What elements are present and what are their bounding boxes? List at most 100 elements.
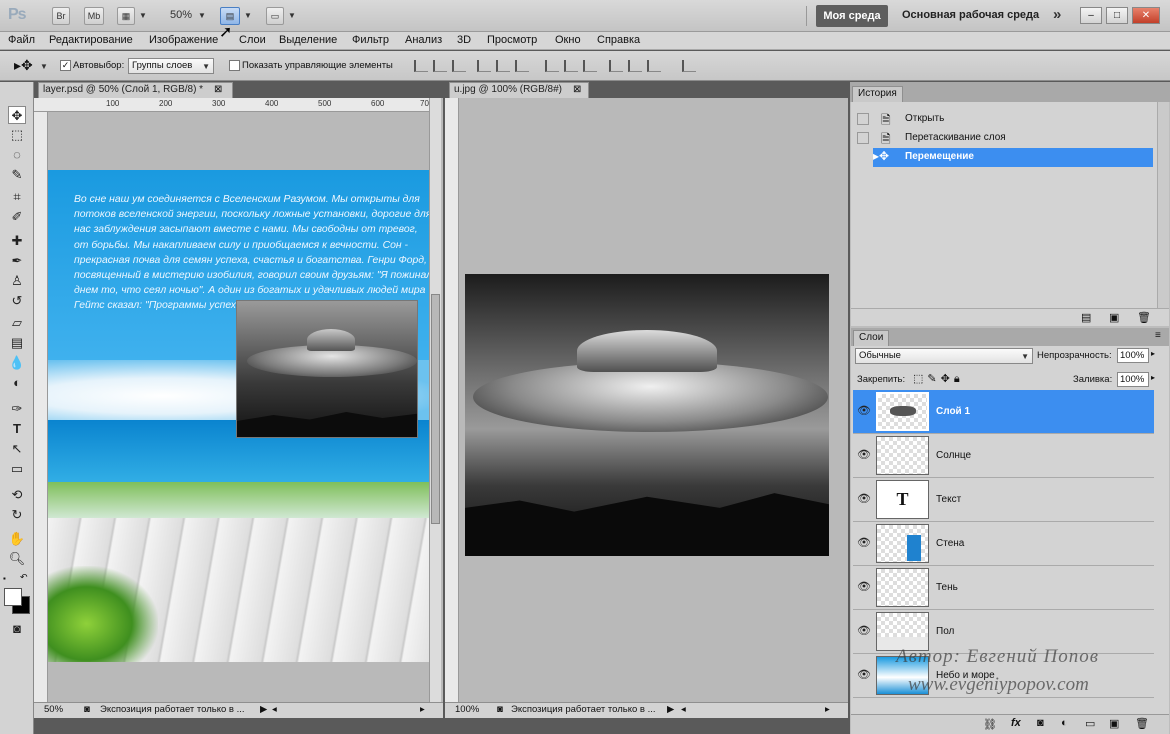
snapshot-icon[interactable]: ▤	[1081, 311, 1091, 324]
doc1-tab[interactable]: layer.psd @ 50% (Слой 1, RGB/8) *	[38, 82, 233, 98]
maximize-button[interactable]: □	[1106, 7, 1128, 24]
distribute-left-icon[interactable]	[609, 60, 623, 72]
lock-icons[interactable]: ⬚✎✥🔒︎	[913, 372, 964, 386]
ufo-image[interactable]	[465, 274, 829, 556]
adjustment-layer-icon[interactable]: ◐	[1061, 717, 1068, 729]
gradient-tool-icon[interactable]: ▤	[8, 334, 26, 352]
visibility-eye-icon[interactable]: 👁︎	[857, 448, 871, 461]
visibility-eye-icon[interactable]: 👁︎	[857, 404, 871, 417]
doc1-status-zoom[interactable]: 50%	[44, 703, 63, 717]
layer-row-selected[interactable]: 👁︎ Слой 1	[853, 390, 1154, 434]
status-menu-icon[interactable]: ▶	[260, 703, 267, 717]
chevron-down-icon[interactable]: ▼	[198, 11, 206, 20]
layer-row[interactable]: 👁︎ Солнце	[853, 434, 1154, 478]
history-scrollbar[interactable]	[1157, 102, 1169, 308]
eraser-tool-icon[interactable]: ▱	[8, 314, 26, 332]
eyedropper-tool-icon[interactable]: ✐	[8, 208, 26, 226]
chevron-down-icon[interactable]: ▼	[288, 11, 296, 20]
opacity-input[interactable]: 100%	[1117, 348, 1149, 363]
menu-file[interactable]: Файл	[8, 34, 35, 46]
align-vcenter-icon[interactable]	[433, 60, 447, 72]
history-row[interactable]: 🗎 Открыть	[851, 110, 1169, 128]
chevron-down-icon[interactable]: ▼	[139, 11, 147, 20]
new-group-icon[interactable]: ▭	[1085, 717, 1095, 730]
doc2-status-icon[interactable]: ◙	[497, 703, 503, 717]
path-select-tool-icon[interactable]: ↖	[8, 440, 26, 458]
blend-mode-dropdown[interactable]: Обычные ▼	[855, 348, 1033, 364]
shape-tool-icon[interactable]: ▭	[8, 460, 26, 478]
blur-tool-icon[interactable]: 💧	[8, 354, 26, 372]
menu-view[interactable]: Просмотр	[487, 34, 537, 46]
lasso-tool-icon[interactable]: ◌	[8, 146, 26, 164]
doc1-status-icon[interactable]: ◙	[84, 703, 90, 717]
distribute-right-icon[interactable]	[647, 60, 661, 72]
menu-edit[interactable]: Редактирование	[49, 34, 133, 46]
align-left-icon[interactable]	[477, 60, 491, 72]
visibility-eye-icon[interactable]: 👁︎	[857, 668, 871, 681]
align-bottom-icon[interactable]	[452, 60, 466, 72]
default-colors-icon[interactable]: ▪	[3, 574, 6, 583]
clone-stamp-tool-icon[interactable]: ♙	[8, 272, 26, 290]
hand-tool-icon[interactable]: ✋	[8, 530, 26, 548]
visibility-eye-icon[interactable]: 👁︎	[857, 536, 871, 549]
distribute-hcenter-icon[interactable]	[628, 60, 642, 72]
visibility-eye-icon[interactable]: 👁︎	[857, 580, 871, 593]
minimize-button[interactable]: –	[1080, 7, 1102, 24]
3d-rotate-tool-icon[interactable]: ⟲	[8, 486, 26, 504]
history-row[interactable]: 🗎 Перетаскивание слоя	[851, 129, 1169, 147]
history-brush-source[interactable]	[857, 113, 869, 125]
chevron-down-icon[interactable]: ▼	[244, 11, 252, 20]
move-tool-preset-icon[interactable]: ▸✥	[14, 57, 33, 74]
workspace-my[interactable]: Моя среда	[816, 5, 888, 27]
move-tool-icon[interactable]: ✥	[8, 106, 26, 124]
new-layer-icon[interactable]: ▣	[1109, 717, 1119, 730]
distribute-vcenter-icon[interactable]	[564, 60, 578, 72]
scroll-right-icon[interactable]: ▸	[825, 703, 830, 717]
3d-camera-tool-icon[interactable]: ↻	[8, 506, 26, 524]
panel-menu-icon[interactable]: ≡	[1155, 330, 1161, 341]
menu-filter[interactable]: Фильтр	[352, 34, 389, 46]
menu-select[interactable]: Выделение	[279, 34, 337, 46]
doc2-status-zoom[interactable]: 100%	[455, 703, 479, 717]
history-tab[interactable]: История	[852, 86, 903, 102]
screen-mode-icon[interactable]: ▭	[266, 7, 284, 25]
layers-tab[interactable]: Слои	[853, 330, 890, 346]
chevron-right-icon[interactable]: ▸	[1151, 349, 1155, 358]
foreground-color[interactable]	[4, 588, 22, 606]
scroll-left-icon[interactable]: ◂	[272, 703, 277, 717]
visibility-eye-icon[interactable]: 👁︎	[857, 624, 871, 637]
more-workspaces-icon[interactable]: »	[1053, 6, 1061, 23]
chevron-down-icon[interactable]: ▼	[40, 62, 48, 71]
dodge-tool-icon[interactable]: ◐	[8, 374, 26, 392]
status-menu-icon[interactable]: ▶	[667, 703, 674, 717]
menu-window[interactable]: Окно	[555, 34, 581, 46]
type-tool-icon[interactable]: T	[8, 420, 26, 438]
layer-style-icon[interactable]: fx	[1011, 717, 1021, 729]
layer-row[interactable]: 👁︎ Тень	[853, 566, 1154, 610]
doc2-tab[interactable]: u.jpg @ 100% (RGB/8#)	[449, 82, 589, 98]
close-tab-icon[interactable]: ⊠	[573, 84, 581, 95]
fill-input[interactable]: 100%	[1117, 372, 1149, 387]
brush-tool-icon[interactable]: ✒	[8, 252, 26, 270]
history-row-selected[interactable]: ▸✥ Перемещение	[873, 148, 1153, 167]
bridge-button[interactable]: Br	[52, 7, 70, 25]
history-brush-source[interactable]	[857, 132, 869, 144]
layer-mask-icon[interactable]: ◙	[1037, 717, 1044, 729]
show-transform-controls-checkbox[interactable]	[229, 60, 240, 71]
layer-row[interactable]: 👁︎ Стена	[853, 522, 1154, 566]
layer-row[interactable]: 👁︎ T Текст	[853, 478, 1154, 522]
quick-select-tool-icon[interactable]: ✎	[8, 166, 26, 184]
mini-bridge-button[interactable]: Mb	[84, 7, 104, 25]
menu-image[interactable]: Изображение	[149, 34, 218, 46]
new-document-icon[interactable]: ▣	[1109, 311, 1119, 324]
ufo-layer[interactable]	[236, 300, 418, 438]
trash-icon[interactable]: 🗑︎	[1135, 717, 1149, 730]
distribute-top-icon[interactable]	[545, 60, 559, 72]
pen-tool-icon[interactable]: ✑	[8, 400, 26, 418]
align-top-icon[interactable]	[414, 60, 428, 72]
menu-layers[interactable]: Слои	[239, 34, 266, 46]
auto-select-dropdown[interactable]: Группы слоев ▼	[128, 58, 214, 74]
auto-align-icon[interactable]	[682, 60, 696, 72]
chevron-right-icon[interactable]: ▸	[1151, 373, 1155, 382]
auto-select-checkbox[interactable]: ✓	[60, 60, 71, 71]
